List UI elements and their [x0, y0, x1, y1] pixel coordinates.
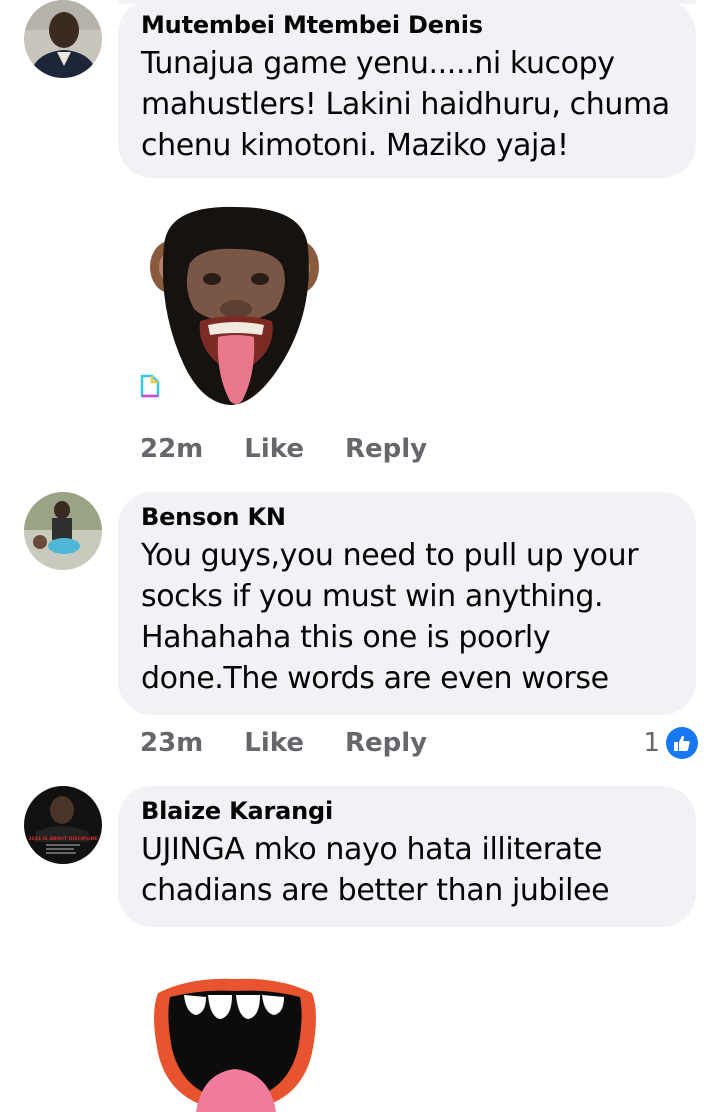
- file-icon: [139, 374, 161, 402]
- comment-bubble[interactable]: Benson KN You guys,you need to pull up y…: [118, 492, 696, 715]
- comment-actions: 22m Like Reply: [140, 433, 468, 465]
- avatar-caption: 2021 IS ABOUT DISCIPLINE: [28, 836, 97, 842]
- comment-text: You guys,you need to pull up your socks …: [141, 538, 639, 696]
- comment-author[interactable]: Mutembei Mtembei Denis: [141, 10, 672, 40]
- thumbs-up-icon: [666, 727, 698, 759]
- comment-actions: 23m Like Reply: [140, 727, 468, 759]
- laughing-chimp-sticker[interactable]: [150, 205, 320, 413]
- comment-author[interactable]: Benson KN: [141, 502, 672, 532]
- avatar[interactable]: [24, 492, 102, 570]
- like-button[interactable]: Like: [244, 728, 304, 758]
- reply-button[interactable]: Reply: [345, 434, 427, 464]
- comment-text: UJINGA mko nayo hata illiterate chadians…: [141, 832, 610, 908]
- comment-bubble[interactable]: Blaize Karangi UJINGA mko nayo hata illi…: [118, 786, 696, 927]
- user-photo-icon: 2021 IS ABOUT DISCIPLINE: [24, 786, 102, 864]
- comment-author[interactable]: Blaize Karangi: [141, 796, 672, 826]
- like-button[interactable]: Like: [244, 434, 304, 464]
- avatar[interactable]: 2021 IS ABOUT DISCIPLINE: [24, 786, 102, 864]
- comments-page: Mutembei Mtembei Denis Tunajua game yenu…: [0, 0, 720, 1112]
- reaction-summary[interactable]: 1: [643, 727, 698, 759]
- chimp-sticker-icon: [150, 206, 319, 405]
- user-photo-icon: [24, 492, 102, 570]
- reply-button[interactable]: Reply: [345, 728, 427, 758]
- user-photo-icon: [24, 0, 102, 78]
- reaction-count: 1: [643, 728, 660, 758]
- comment-time[interactable]: 22m: [140, 434, 203, 464]
- avatar[interactable]: [24, 0, 102, 78]
- comment-text: Tunajua game yenu.....ni kucopy mahustle…: [141, 46, 670, 163]
- laughing-mouth-sticker[interactable]: [150, 973, 320, 1112]
- mouth-sticker-icon: [154, 978, 316, 1112]
- comment-time[interactable]: 23m: [140, 728, 203, 758]
- comment-bubble[interactable]: Mutembei Mtembei Denis Tunajua game yenu…: [118, 0, 696, 178]
